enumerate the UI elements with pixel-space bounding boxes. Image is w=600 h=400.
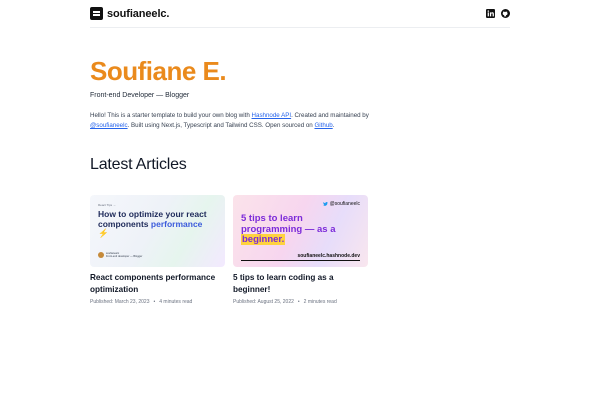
desc-text: . Created and maintained by (291, 112, 369, 119)
github-icon[interactable] (501, 9, 510, 18)
article-read-time: 4 minutes read (159, 299, 193, 305)
thumbnail-title-highlight: performance (150, 218, 203, 229)
article-card[interactable]: React Tips → How to optimize your react … (90, 195, 225, 305)
linkedin-icon[interactable] (486, 9, 495, 18)
article-title[interactable]: 5 tips to learn coding as a beginner! (233, 272, 368, 296)
article-date: Published: March 23, 2023 (90, 299, 150, 305)
thumbnail-title-highlight: beginner. (241, 234, 286, 245)
hero-subtitle: Front-end Developer — Blogger (90, 92, 190, 99)
article-card[interactable]: @soufianeelc 5 tips to learn programming… (233, 195, 368, 305)
article-thumbnail[interactable]: @soufianeelc 5 tips to learn programming… (233, 195, 368, 267)
thumbnail-handle: @soufianeelc (322, 201, 360, 207)
brand-link[interactable]: soufianeelc. (90, 7, 169, 20)
thumbnail-handle-text: @soufianeelc (329, 201, 360, 207)
thumbnail-title: 5 tips to learn programming — as a begin… (241, 213, 361, 246)
article-date: Published: August 25, 2022 (233, 299, 294, 305)
lightning-icon: ⚡ (98, 228, 109, 238)
article-read-time: 2 minutes read (303, 299, 337, 305)
thumbnail-author: soufianeelc Front-end developer — Blogge… (98, 252, 142, 258)
thumbnail-tag: React Tips → (98, 203, 117, 207)
site-header: soufianeelc. (90, 0, 510, 28)
hashnode-api-link[interactable]: Hashnode API (252, 112, 292, 119)
thumbnail-title-text: 5 tips to learn programming — as a (241, 213, 336, 235)
article-meta: Published: March 23, 2023 • 4 minutes re… (90, 299, 225, 305)
thumbnail-author-text: soufianeelc Front-end developer — Blogge… (106, 252, 142, 258)
meta-separator: • (297, 299, 300, 305)
desc-text: . Built using Next.js, Typescript and Ta… (127, 122, 315, 129)
github-link[interactable]: Github (314, 122, 332, 129)
thumbnail-title: How to optimize your react components pe… (98, 209, 208, 239)
page-title: Soufiane E. (90, 56, 227, 86)
twitter-icon (322, 202, 328, 206)
avatar (98, 252, 104, 258)
meta-separator: • (153, 299, 156, 305)
social-links (486, 9, 510, 18)
article-meta: Published: August 25, 2022 • 2 minutes r… (233, 299, 368, 305)
brand-name: soufianeelc. (107, 7, 170, 20)
desc-text: Hello! This is a starter template to bui… (90, 112, 252, 119)
desc-text: . (332, 122, 335, 129)
section-title: Latest Articles (90, 156, 187, 173)
article-title[interactable]: React components performance optimizatio… (90, 272, 225, 296)
thumbnail-underline (241, 260, 360, 261)
thumbnail-url: soufianeelc.hashnode.dev (297, 253, 360, 259)
logo-icon (90, 7, 103, 20)
author-handle-link[interactable]: @soufianeelc (90, 122, 128, 129)
article-thumbnail[interactable]: React Tips → How to optimize your react … (90, 195, 225, 267)
hero-description: Hello! This is a starter template to bui… (90, 111, 390, 131)
thumbnail-author-role: Front-end developer — Blogger (106, 255, 143, 258)
